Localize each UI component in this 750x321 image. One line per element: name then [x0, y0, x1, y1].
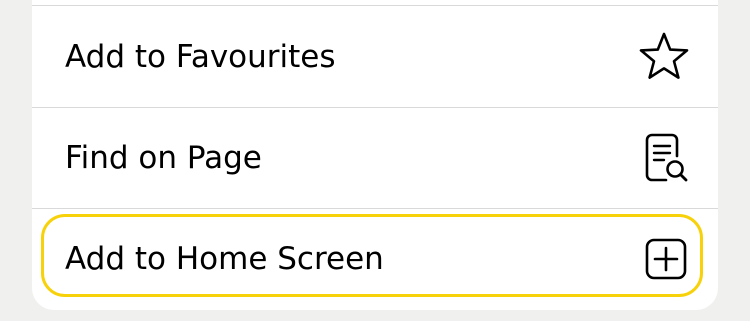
star-outline-icon: [639, 32, 689, 79]
menu-item-label: Add to Home Screen: [65, 241, 384, 277]
menu-item-find-on-page[interactable]: Find on Page: [32, 108, 718, 208]
plus-square-icon: [645, 238, 687, 280]
document-search-icon: [645, 133, 688, 182]
share-menu-sheet: Add to Favourites Find on Page Add to Ho…: [32, 0, 718, 310]
menu-item-add-to-home-screen[interactable]: Add to Home Screen: [32, 209, 718, 309]
menu-item-add-to-favourites[interactable]: Add to Favourites: [32, 7, 718, 107]
menu-item-label: Add to Favourites: [65, 39, 336, 75]
divider: [32, 5, 718, 6]
menu-item-label: Find on Page: [65, 140, 262, 176]
